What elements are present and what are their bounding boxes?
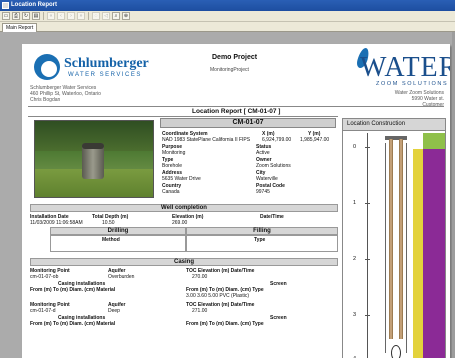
stop-icon[interactable]: ◌ xyxy=(92,12,100,20)
location-construction-title: Location Construction xyxy=(343,119,445,131)
report-viewer[interactable]: Schlumberger WATER SERVICES Schlumberger… xyxy=(0,32,455,358)
casing-columns: From (m) To (m) Diam. (cm) Material xyxy=(30,287,116,293)
elevation-value: 269.00 xyxy=(172,220,188,226)
city-value: Waterville xyxy=(256,176,278,182)
toolbar-divider xyxy=(43,12,44,20)
purpose-value: Monitoring xyxy=(162,150,186,156)
photo-well-casing xyxy=(82,143,104,179)
depth-tick xyxy=(365,203,370,204)
company-left-subtitle: WATER SERVICES xyxy=(68,72,142,78)
tab-bar: Main Report xyxy=(0,22,455,32)
owner-value: Zoom Solutions xyxy=(256,163,291,169)
well-id-bar: CM-01-07 xyxy=(160,118,336,128)
status-value: Active xyxy=(256,150,270,156)
last-page-icon[interactable]: » xyxy=(77,12,85,20)
tab-main-report[interactable]: Main Report xyxy=(2,23,38,32)
right-address-line: Customer xyxy=(422,102,444,108)
report-page: Schlumberger WATER SERVICES Schlumberger… xyxy=(22,44,450,358)
postal-code-value: 99745 xyxy=(256,189,270,195)
zoom-icon[interactable]: ⊕ xyxy=(122,12,130,20)
casing-header: Casing xyxy=(30,258,338,266)
company-left-name: Schlumberger xyxy=(64,56,149,71)
screen-values: 3.00 3.60 5.00 PVC (Plastic) xyxy=(186,293,250,299)
y-value: 1,985,947.00 xyxy=(300,137,330,143)
surface-layer xyxy=(423,133,445,149)
next-page-icon[interactable]: › xyxy=(67,12,75,20)
company-right-name: WATER xyxy=(360,52,450,83)
filling-header: Filling xyxy=(186,227,338,235)
country-value: Canada xyxy=(162,189,180,195)
depth-tick-label: 2 xyxy=(353,256,357,262)
project-title: Demo Project xyxy=(212,54,258,61)
x-value: 6,924,799.00 xyxy=(262,137,292,143)
refresh-icon[interactable]: ↻ xyxy=(22,12,30,20)
casing-pipe-right xyxy=(399,139,403,339)
monitoring-point-value: cm-01-07-d xyxy=(30,308,56,314)
report-title: Location Report [ CM-01-07 ] xyxy=(192,108,281,115)
aquifer-value: Deep xyxy=(108,308,120,314)
completion-datetime-label: Date/Time xyxy=(260,214,284,220)
prev-page-icon[interactable]: ‹ xyxy=(57,12,65,20)
aquifer-value: Overburden xyxy=(108,274,135,280)
app-icon xyxy=(2,2,9,9)
left-address-line: Chris Bogdan xyxy=(30,97,61,103)
depth-tick-label: 3 xyxy=(353,312,357,318)
header-divider xyxy=(28,106,444,107)
report-toolbar: ▭ ⎙ ↻ ▤ « ‹ › » ◌ ◁ ⌕ ⊕ xyxy=(0,11,455,22)
toolbar-divider xyxy=(88,12,89,20)
back-icon[interactable]: ◁ xyxy=(102,12,110,20)
address-value: 5635 Water Drive xyxy=(162,176,201,182)
screen-columns: From (m) To (m) Diam. (cm) Type xyxy=(186,321,264,327)
toc-elevation-value: 271.00 xyxy=(192,308,208,314)
method-label: Method xyxy=(102,237,120,243)
company-right-subtitle: ZOOM SOLUTIONS xyxy=(376,81,449,87)
find-icon[interactable]: ⌕ xyxy=(112,12,120,20)
depth-axis xyxy=(367,133,368,358)
left-address-block: Schlumberger Water Services 460 Phillip … xyxy=(30,85,101,103)
casing-pipe-left xyxy=(389,139,393,339)
sand-layer xyxy=(413,149,423,358)
project-subtitle: MonitoringProject xyxy=(210,67,249,73)
location-construction-panel: Location Construction 0 1 2 3 4 xyxy=(342,118,446,358)
export-icon[interactable]: ▤ xyxy=(32,12,40,20)
well-photo xyxy=(34,120,154,198)
screen-label: Screen xyxy=(270,315,287,321)
total-depth-value: 10.50 xyxy=(102,220,115,226)
depth-tick xyxy=(365,315,370,316)
open-icon[interactable]: ▭ xyxy=(2,12,10,20)
coord-system-value: NAD 1983 StatePlane California II FIPS xyxy=(162,137,251,143)
screen-section xyxy=(391,345,401,358)
filling-type-label: Type xyxy=(254,237,266,243)
window-title-bar: Location Report xyxy=(0,0,455,11)
first-page-icon[interactable]: « xyxy=(47,12,55,20)
toc-elevation-value: 270.00 xyxy=(192,274,208,280)
title-divider xyxy=(28,116,338,117)
install-date-value: 11/03/2009 11:06:58AM xyxy=(30,220,83,226)
depth-tick xyxy=(365,147,370,148)
clay-layer xyxy=(423,149,445,358)
type-value: Borehole xyxy=(162,163,183,169)
window-title: Location Report xyxy=(11,2,57,8)
monitoring-point-value: cm-01-07-ob xyxy=(30,274,59,280)
depth-tick xyxy=(365,259,370,260)
print-icon[interactable]: ⎙ xyxy=(12,12,20,20)
depth-tick-label: 0 xyxy=(353,144,357,150)
well-completion-header: Well completion xyxy=(30,204,338,212)
casing-columns: From (m) To (m) Diam. (cm) Material xyxy=(30,321,116,327)
depth-tick-label: 1 xyxy=(353,200,357,206)
drilling-header: Drilling xyxy=(50,227,186,235)
screen-label: Screen xyxy=(270,281,287,287)
schlumberger-logo-icon xyxy=(34,54,60,80)
